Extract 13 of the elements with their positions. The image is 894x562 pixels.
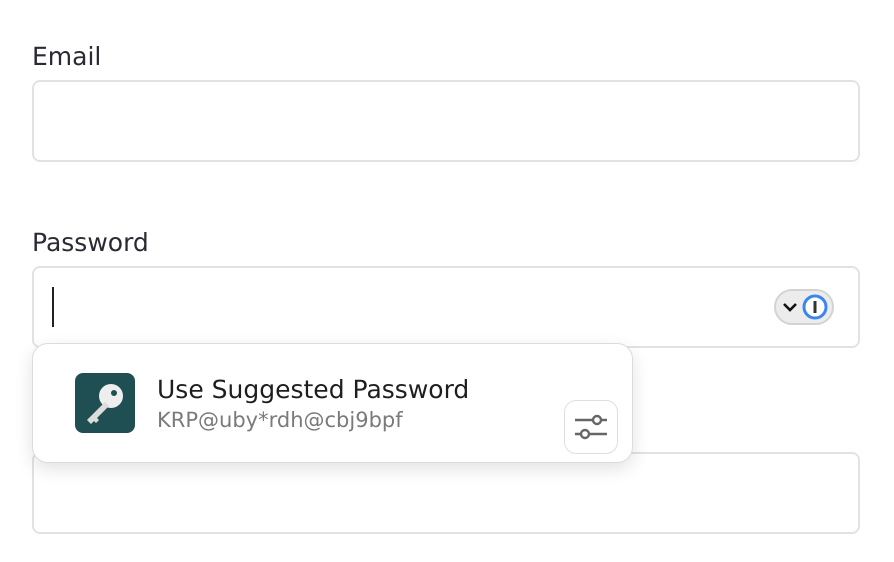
input-field[interactable] <box>32 80 860 162</box>
settings-button[interactable] <box>564 400 618 454</box>
sliders-icon <box>573 414 609 440</box>
suggestion-title: Use Suggested Password <box>157 374 470 404</box>
text-cursor <box>52 287 54 327</box>
suggested-password: KRP@uby*rdh@cbj9bpf <box>157 408 404 432</box>
key-icon <box>75 373 135 433</box>
suggestion-popup[interactable]: Use Suggested Password KRP@uby*rdh@cbj9bpf <box>32 343 633 463</box>
field-label: Email <box>32 41 102 73</box>
password-manager-toggle[interactable] <box>774 289 834 325</box>
keyhole-logo-icon <box>802 294 828 320</box>
chevron-down-icon <box>782 301 798 313</box>
field-label: Password <box>32 227 150 259</box>
